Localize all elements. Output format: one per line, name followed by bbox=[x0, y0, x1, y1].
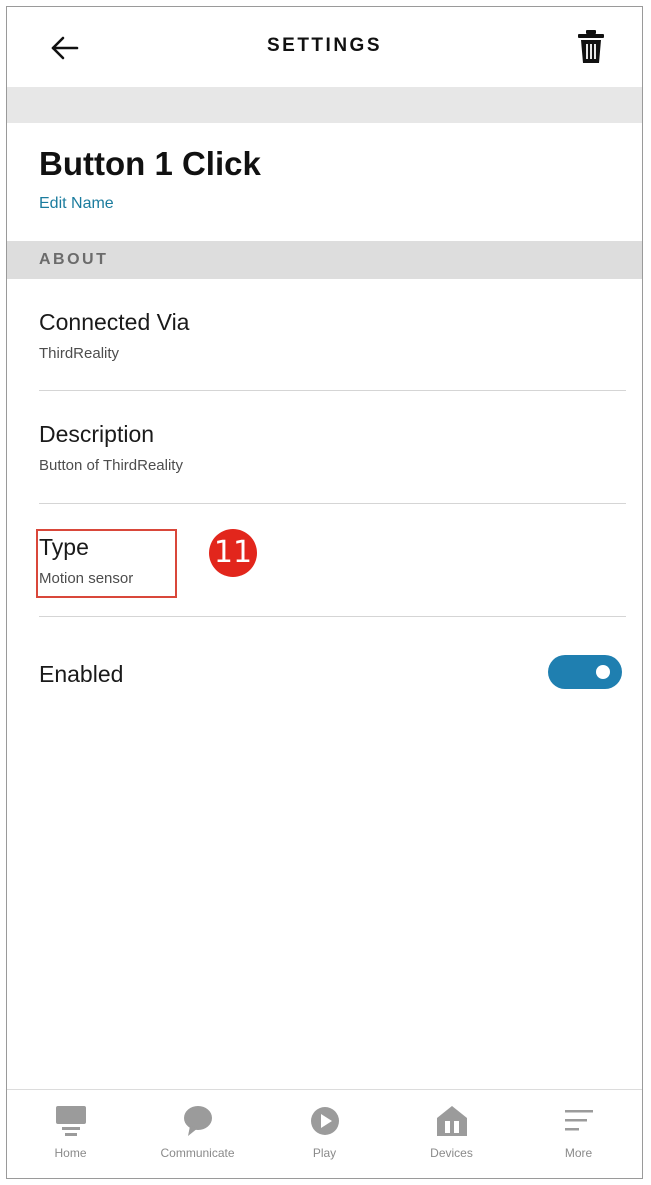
trash-icon bbox=[578, 30, 604, 63]
delete-button[interactable] bbox=[576, 29, 606, 65]
nav-item-home[interactable]: Home bbox=[7, 1090, 134, 1178]
enabled-toggle[interactable] bbox=[548, 655, 622, 689]
nav-label-home: Home bbox=[54, 1146, 87, 1160]
device-name: Button 1 Click bbox=[39, 145, 261, 182]
nav-item-devices[interactable]: Devices bbox=[388, 1090, 515, 1178]
home-icon bbox=[55, 1106, 86, 1136]
bottom-nav: Home Communicate Play Devices More bbox=[7, 1089, 642, 1178]
devices-icon bbox=[436, 1106, 467, 1136]
nav-label-more: More bbox=[564, 1146, 593, 1160]
description-title: Description bbox=[39, 421, 155, 447]
nav-item-more[interactable]: More bbox=[515, 1090, 642, 1178]
play-icon bbox=[310, 1107, 339, 1135]
edit-name-link[interactable]: Edit Name bbox=[39, 195, 114, 213]
nav-item-communicate[interactable]: Communicate bbox=[134, 1090, 261, 1178]
about-section-header: ABOUT bbox=[7, 241, 642, 279]
connected-via-value: ThirdReality bbox=[39, 345, 120, 362]
page-title: SETTINGS bbox=[266, 35, 382, 56]
enabled-label: Enabled bbox=[39, 661, 124, 687]
annotation-highlight-box bbox=[36, 529, 177, 598]
header-spacer bbox=[7, 87, 642, 123]
menu-lines-icon bbox=[564, 1110, 593, 1131]
nav-label-communicate: Communicate bbox=[160, 1146, 235, 1160]
about-section-label: ABOUT bbox=[39, 251, 109, 268]
nav-item-play[interactable]: Play bbox=[261, 1090, 388, 1178]
connected-via-title: Connected Via bbox=[39, 309, 190, 335]
nav-label-play: Play bbox=[312, 1146, 337, 1160]
description-value: Button of ThirdReality bbox=[39, 457, 183, 474]
connected-via-row: Connected Via ThirdReality bbox=[7, 279, 642, 391]
enabled-row: Enabled bbox=[7, 617, 642, 727]
nav-label-devices: Devices bbox=[430, 1146, 473, 1160]
toggle-knob bbox=[596, 665, 610, 679]
top-bar: SETTINGS bbox=[7, 7, 642, 87]
annotation-step-badge: 11 bbox=[209, 529, 257, 577]
chat-bubble-icon bbox=[183, 1106, 212, 1136]
description-row: Description Button of ThirdReality bbox=[7, 391, 642, 503]
device-name-block: Button 1 Click Edit Name bbox=[7, 123, 642, 241]
app-frame: SETTINGS Button 1 Click Edit Name ABOUT … bbox=[6, 6, 643, 1179]
